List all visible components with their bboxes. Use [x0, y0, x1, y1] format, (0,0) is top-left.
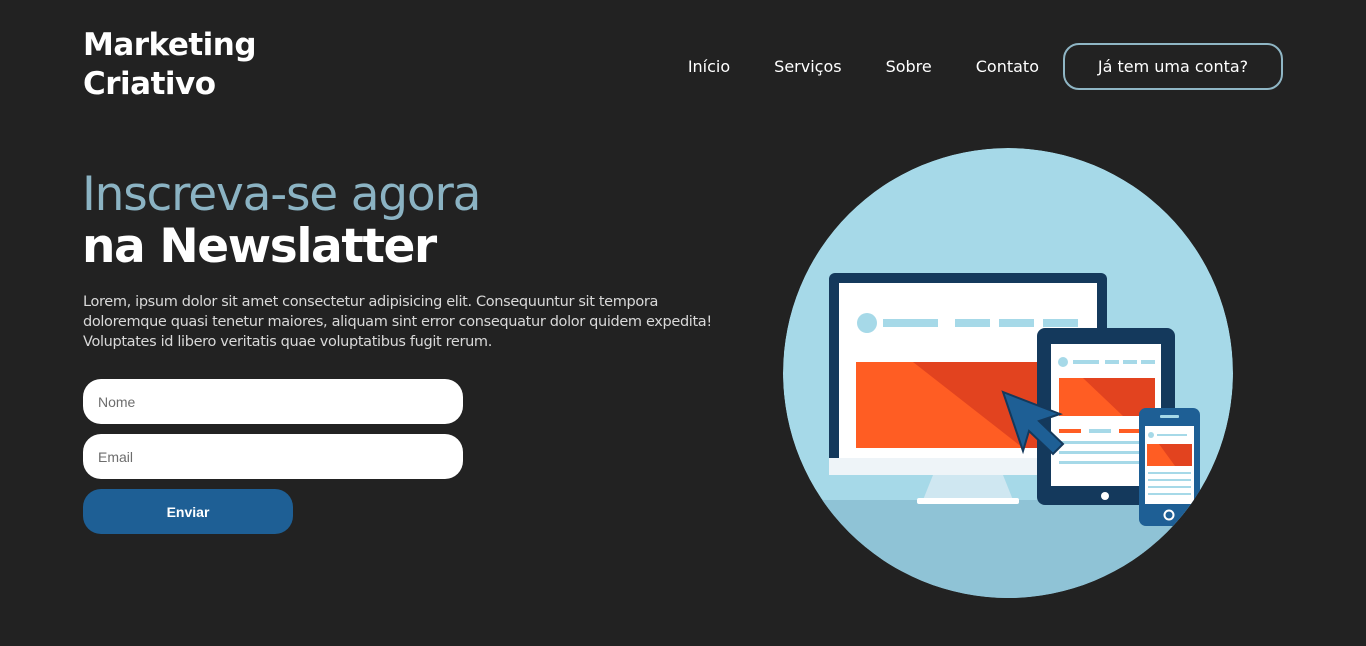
responsive-devices-illustration	[783, 148, 1233, 598]
hero-description: Lorem, ipsum dolor sit amet consectetur …	[83, 294, 712, 350]
phone-illustration	[1139, 408, 1200, 526]
name-input[interactable]	[83, 379, 463, 424]
nav-link-contato[interactable]: Contato	[976, 57, 1039, 76]
nav-link-servicos[interactable]: Serviços	[774, 57, 841, 76]
nav-link-sobre[interactable]: Sobre	[886, 57, 932, 76]
email-input[interactable]	[83, 434, 463, 479]
main-nav: Início Serviços Sobre Contato Já tem uma…	[688, 43, 1283, 90]
logo-line-1: Marketing	[83, 27, 257, 63]
site-logo[interactable]: Marketing Criativo	[83, 26, 283, 104]
logo-line-2: Criativo	[83, 66, 216, 102]
submit-button[interactable]: Enviar	[83, 489, 293, 534]
nav-link-inicio[interactable]: Início	[688, 57, 730, 76]
login-button[interactable]: Já tem uma conta?	[1063, 43, 1283, 90]
hero-title-line-1: Inscreva-se agora	[82, 167, 481, 222]
hero-title-line-2: na Newslatter	[82, 219, 437, 274]
